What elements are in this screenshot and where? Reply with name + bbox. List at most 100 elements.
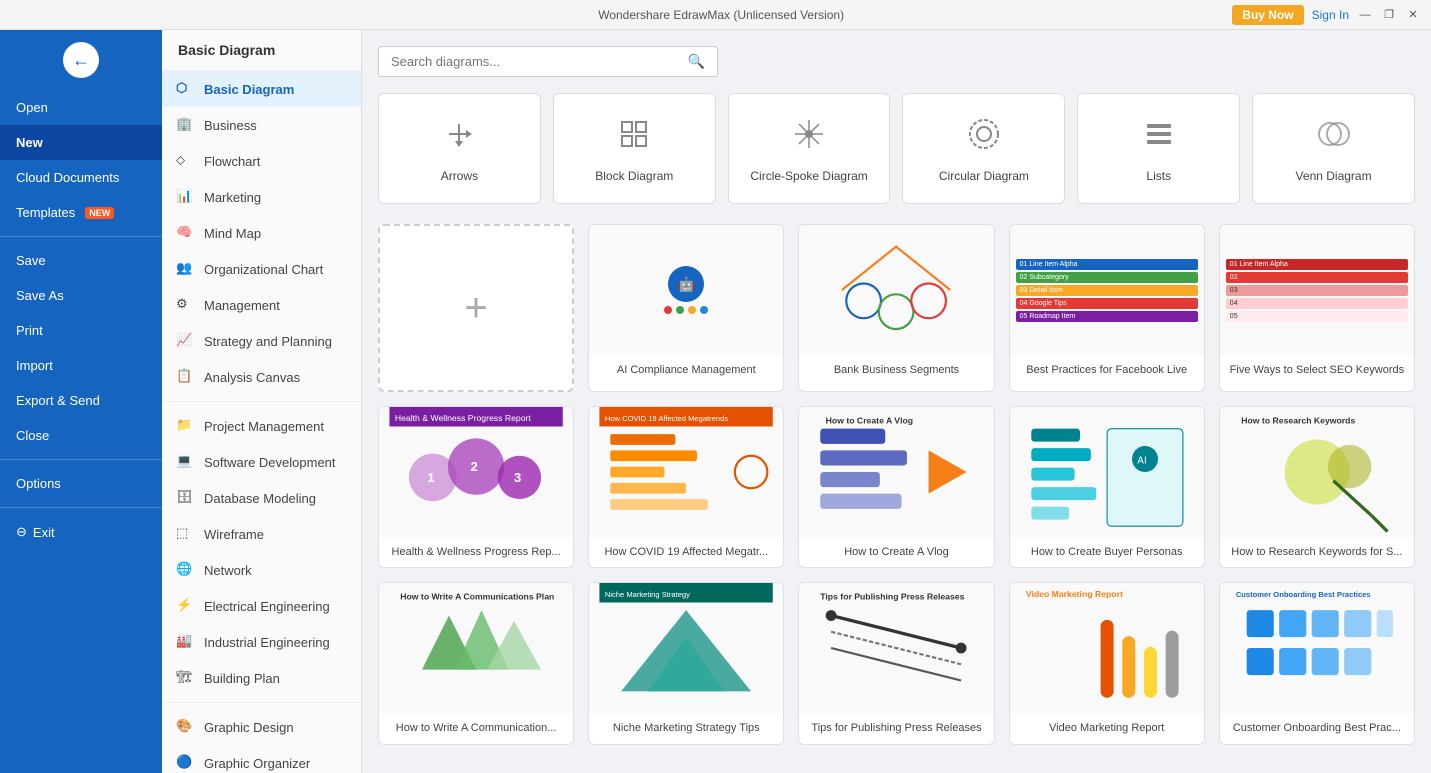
- buy-now-button[interactable]: Buy Now: [1232, 5, 1303, 25]
- electrical-icon: ⚡: [176, 597, 194, 615]
- category-arrows[interactable]: Arrows: [378, 93, 541, 204]
- basic-diagram-icon: ⬡: [176, 80, 194, 98]
- h2-text: 2: [471, 459, 478, 474]
- onboard-title: Customer Onboarding Best Practices: [1236, 590, 1371, 599]
- sidebar-label-exit: Exit: [33, 525, 55, 540]
- middle-label-strategy: Strategy and Planning: [204, 334, 332, 349]
- health-title-text: Health & Wellness Progress Report: [395, 413, 532, 423]
- thumb-video: Video Marketing Report: [1010, 583, 1204, 713]
- sign-in-button[interactable]: Sign In: [1312, 8, 1349, 22]
- sidebar-item-options[interactable]: Options: [0, 466, 162, 501]
- middle-item-basic[interactable]: ⬡ Basic Diagram: [162, 71, 361, 107]
- main-content: 🔍 Arrows: [362, 30, 1431, 773]
- circular-icon: [913, 114, 1054, 159]
- arrows-svg: [439, 114, 479, 154]
- logo-icon: ←: [72, 50, 90, 71]
- sidebar-item-export[interactable]: Export & Send: [0, 383, 162, 418]
- middle-item-graphic[interactable]: 🎨 Graphic Design: [162, 709, 361, 745]
- template-health[interactable]: 1 2 3 Health & Wellness Progress Report …: [378, 406, 574, 568]
- sidebar-item-cloud[interactable]: Cloud Documents: [0, 160, 162, 195]
- sidebar-label-import: Import: [16, 358, 53, 373]
- middle-item-software[interactable]: 💻 Software Development: [162, 444, 361, 480]
- label-seo: Five Ways to Select SEO Keywords: [1220, 355, 1414, 385]
- search-bar[interactable]: 🔍: [378, 46, 718, 77]
- sidebar-item-close[interactable]: Close: [0, 418, 162, 453]
- category-venn[interactable]: Venn Diagram: [1252, 93, 1415, 204]
- sidebar-item-save[interactable]: Save: [0, 243, 162, 278]
- template-vlog[interactable]: How to Create A Vlog How to Create A Vlo…: [798, 406, 994, 568]
- category-circular[interactable]: Circular Diagram: [902, 93, 1065, 204]
- sidebar-item-print[interactable]: Print: [0, 313, 162, 348]
- template-keywords[interactable]: How to Research Keywords How to Research…: [1219, 406, 1415, 568]
- titlebar: Wondershare EdrawMax (Unlicensed Version…: [0, 0, 1431, 30]
- network-icon: 🌐: [176, 561, 194, 579]
- search-input[interactable]: [391, 54, 680, 69]
- label-vlog: How to Create A Vlog: [799, 537, 993, 567]
- maximize-button[interactable]: ❐: [1381, 7, 1397, 23]
- middle-item-orgchart[interactable]: 👥 Organizational Chart: [162, 251, 361, 287]
- circular-label: Circular Diagram: [913, 169, 1054, 183]
- middle-label-analysis: Analysis Canvas: [204, 370, 300, 385]
- comm-title: How to Write A Communications Plan: [400, 592, 554, 602]
- label-press: Tips for Publishing Press Releases: [799, 713, 993, 743]
- seo-bar-3: 03: [1226, 285, 1408, 296]
- template-bank-segments[interactable]: Bank Business Segments: [798, 224, 994, 392]
- middle-item-management[interactable]: ⚙ Management: [162, 287, 361, 323]
- category-lists[interactable]: Lists: [1077, 93, 1240, 204]
- sidebar-item-templates[interactable]: Templates NEW: [0, 195, 162, 230]
- template-fb-live[interactable]: 01 Line Item Alpha 02 Subcategory 03 Det…: [1009, 224, 1205, 392]
- label-video: Video Marketing Report: [1010, 713, 1204, 743]
- middle-item-marketing[interactable]: 📊 Marketing: [162, 179, 361, 215]
- vlog-svg: How to Create A Vlog: [799, 407, 993, 537]
- video-svg: Video Marketing Report: [1010, 583, 1204, 713]
- arrows-icon: [389, 114, 530, 159]
- sidebar-item-import[interactable]: Import: [0, 348, 162, 383]
- middle-item-mindmap[interactable]: 🧠 Mind Map: [162, 215, 361, 251]
- sidebar-item-new[interactable]: New: [0, 125, 162, 160]
- middle-item-organizer[interactable]: 🔵 Graphic Organizer: [162, 745, 361, 773]
- template-ai-compliance[interactable]: 🤖 AI Compliance Management: [588, 224, 784, 392]
- middle-item-business[interactable]: 🏢 Business: [162, 107, 361, 143]
- category-spoke[interactable]: Circle-Spoke Diagram: [728, 93, 891, 204]
- middle-item-network[interactable]: 🌐 Network: [162, 552, 361, 588]
- middle-label-orgchart: Organizational Chart: [204, 262, 323, 277]
- fb-bar-3: 03 Detail Item: [1016, 285, 1198, 296]
- template-video[interactable]: Video Marketing Report Video Marketing R…: [1009, 582, 1205, 744]
- close-button[interactable]: ✕: [1405, 7, 1421, 23]
- template-add-new[interactable]: +: [378, 224, 574, 392]
- thumb-fb: 01 Line Item Alpha 02 Subcategory 03 Det…: [1010, 225, 1204, 355]
- middle-item-electrical[interactable]: ⚡ Electrical Engineering: [162, 588, 361, 624]
- middle-item-flowchart[interactable]: ⬦ Flowchart: [162, 143, 361, 179]
- sidebar-label-templates: Templates: [16, 205, 75, 220]
- analysis-icon: 📋: [176, 368, 194, 386]
- template-niche[interactable]: Niche Marketing Strategy Niche Marketing…: [588, 582, 784, 744]
- middle-item-analysis[interactable]: 📋 Analysis Canvas: [162, 359, 361, 395]
- sidebar-item-save-as[interactable]: Save As: [0, 278, 162, 313]
- middle-label-wireframe: Wireframe: [204, 527, 264, 542]
- management-icon: ⚙: [176, 296, 194, 314]
- middle-label-project: Project Management: [204, 419, 324, 434]
- niche-svg: Niche Marketing Strategy: [589, 583, 783, 713]
- sidebar-item-exit[interactable]: ⊖ Exit: [0, 514, 162, 550]
- seo-bar-1: 01 Line Item Alpha: [1226, 259, 1408, 270]
- middle-label-flowchart: Flowchart: [204, 154, 260, 169]
- template-seo[interactable]: 01 Line Item Alpha 02 03 04 05 Five Ways…: [1219, 224, 1415, 392]
- middle-item-project[interactable]: 📁 Project Management: [162, 408, 361, 444]
- template-buyer[interactable]: AI How to Create Buyer Personas: [1009, 406, 1205, 568]
- middle-label-marketing: Marketing: [204, 190, 261, 205]
- thumb-ai-compliance: 🤖: [589, 225, 783, 355]
- middle-label-database: Database Modeling: [204, 491, 316, 506]
- template-press[interactable]: Tips for Publishing Press Releases Tips …: [798, 582, 994, 744]
- middle-item-industrial[interactable]: 🏭 Industrial Engineering: [162, 624, 361, 660]
- middle-item-database[interactable]: 🗄 Database Modeling: [162, 480, 361, 516]
- category-block[interactable]: Block Diagram: [553, 93, 716, 204]
- template-onboard[interactable]: Customer Onboarding Best Practices Custo…: [1219, 582, 1415, 744]
- middle-item-wireframe[interactable]: ⬚ Wireframe: [162, 516, 361, 552]
- minimize-button[interactable]: —: [1357, 7, 1373, 23]
- template-comm[interactable]: How to Write A Communications Plan How t…: [378, 582, 574, 744]
- label-keywords: How to Research Keywords for S...: [1220, 537, 1414, 567]
- template-covid[interactable]: How COVID 19 Affected Megatrends How COV…: [588, 406, 784, 568]
- sidebar-item-open[interactable]: Open: [0, 90, 162, 125]
- middle-item-building[interactable]: 🏗 Building Plan: [162, 660, 361, 696]
- middle-item-strategy[interactable]: 📈 Strategy and Planning: [162, 323, 361, 359]
